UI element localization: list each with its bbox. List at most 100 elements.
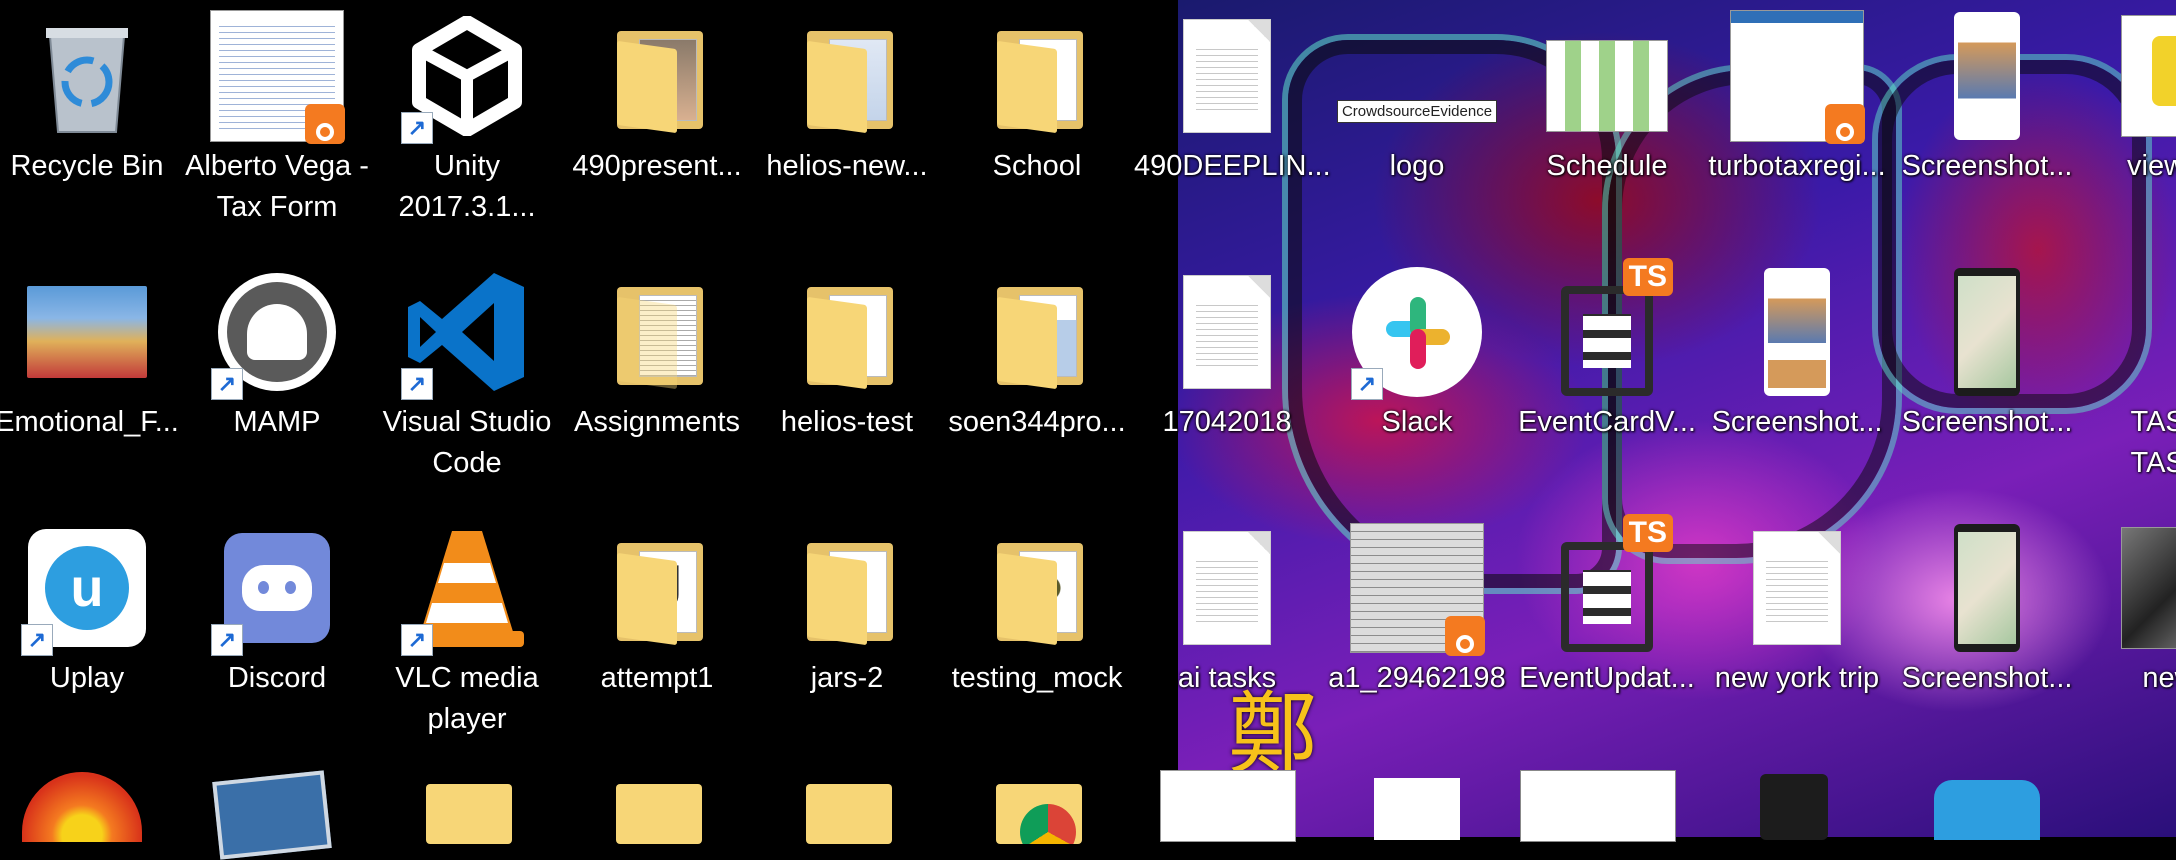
desktop-icon-label: Uplay xyxy=(49,662,125,694)
desktop-icon-eventcardv[interactable]: TS EventCardV... xyxy=(1514,258,1700,516)
desktop-icon-490present[interactable]: 490present... xyxy=(564,4,750,260)
desktop-icon-jars-2[interactable]: jars-2 xyxy=(754,516,940,772)
desktop-icon-screenshot-1[interactable]: Screenshot... xyxy=(1894,4,2080,260)
desktop-icon-label: Discord xyxy=(227,662,327,694)
folder-icon xyxy=(967,6,1107,146)
desktop-icon-label: VLC media player xyxy=(395,662,539,735)
image-thumbnail-icon xyxy=(1537,6,1677,146)
image-thumbnail-icon: CrowdsourceEvidence xyxy=(1336,6,1498,146)
desktop-icon-label: Alberto Vega - Tax Form xyxy=(185,150,369,223)
folder-icon[interactable] xyxy=(426,784,512,844)
desktop-icon-label: soen344pro... xyxy=(948,406,1126,438)
desktop-icon-label: Screenshot... xyxy=(1901,150,2073,182)
desktop-icon-label: 490present... xyxy=(572,150,742,182)
desktop-icon-screenshot-3[interactable]: Screenshot... xyxy=(1894,260,2080,516)
desktop-icon-eventupdat[interactable]: TS EventUpdat... xyxy=(1514,514,1700,772)
desktop-icon-490deeplin[interactable]: 490DEEPLIN... xyxy=(1134,4,1331,260)
desktop-icon-school[interactable]: School xyxy=(944,4,1130,260)
desktop-icon-newa[interactable]: newa xyxy=(2084,516,2176,772)
desktop-icon-label: Visual Studio Code xyxy=(382,406,552,479)
text-document-icon xyxy=(1157,262,1297,402)
folder-icon[interactable] xyxy=(616,784,702,844)
desktop-icon-label: Assignments xyxy=(573,406,740,438)
uplay-icon: u ↗ xyxy=(17,518,157,658)
desktop-icon-screenshot-2[interactable]: Screenshot... xyxy=(1704,260,1890,516)
desktop-icon-label: testing_mock xyxy=(951,662,1123,694)
desktop-icon-17042018[interactable]: 17042018 xyxy=(1134,260,1320,516)
desktop-icon-label: helios-test xyxy=(780,406,914,438)
desktop-icon-new-york-trip[interactable]: new york trip xyxy=(1704,516,1890,772)
shortcut-arrow-icon: ↗ xyxy=(401,624,433,656)
desktop-icon-viewric[interactable]: viewRic xyxy=(2084,4,2176,260)
desktop-icon-label: EventCardV... xyxy=(1518,406,1696,438)
desktop-icon-label: TASKS TASKS xyxy=(2130,406,2176,479)
desktop-icon-a1-29462198[interactable]: a1_29462198 xyxy=(1324,516,1510,772)
vlc-cone-icon: ↗ xyxy=(397,518,537,658)
shortcut-arrow-icon: ↗ xyxy=(21,624,53,656)
desktop-icon-label: helios-new... xyxy=(766,150,928,182)
chrome-shortcut-folder-icon[interactable] xyxy=(996,784,1082,844)
desktop-icon-alberto-vega-tax-form[interactable]: Alberto Vega - Tax Form xyxy=(184,4,370,260)
desktop-icon-slack[interactable]: ↗ Slack xyxy=(1324,260,1510,516)
document-thumbnail-icon[interactable] xyxy=(1160,770,1296,842)
desktop-icon-label: turbotaxregi... xyxy=(1708,150,1886,182)
desktop-icon-soen344pro[interactable]: soen344pro... xyxy=(944,260,1130,516)
logo-thumbnail-text: CrowdsourceEvidence xyxy=(1336,99,1498,123)
image-thumbnail-icon xyxy=(2107,518,2176,658)
desktop-icon-unity[interactable]: ↗ Unity 2017.3.1... xyxy=(374,4,560,260)
desktop-icon-schedule[interactable]: Schedule xyxy=(1514,4,1700,260)
desktop-icon-mamp[interactable]: ↗ MAMP xyxy=(184,260,370,516)
folder-icon: J xyxy=(587,518,727,658)
desktop-icon-vlc[interactable]: ↗ VLC media player xyxy=(374,516,560,772)
shortcut-arrow-icon: ↗ xyxy=(211,368,243,400)
desktop-icon-label: School xyxy=(992,150,1082,182)
app-icon[interactable] xyxy=(1934,780,2040,840)
image-thumbnail-icon xyxy=(2107,262,2176,402)
desktop-icon-uplay[interactable]: u ↗ Uplay xyxy=(0,516,180,772)
desktop-icon-tasks[interactable]: TASKS TASKS xyxy=(2084,260,2176,516)
document-thumbnail-icon[interactable] xyxy=(1520,770,1676,842)
desktop-icon-ai-tasks[interactable]: ai tasks xyxy=(1134,516,1320,772)
desktop-icon-helios-test[interactable]: helios-test xyxy=(754,260,940,516)
typescript-file-icon: TS xyxy=(1537,514,1677,658)
virtualbox-icon[interactable] xyxy=(212,770,332,860)
desktop-icon-helios-new[interactable]: helios-new... xyxy=(754,4,940,260)
desktop-icon-label: attempt1 xyxy=(600,662,714,694)
desktop-icon-testing-mock[interactable]: testing_mock xyxy=(944,516,1130,772)
desktop-icon-label: 490DEEPLIN... xyxy=(1134,150,1331,182)
desktop-icon-label: logo xyxy=(1389,150,1445,182)
desktop-icon-label: Recycle Bin xyxy=(10,150,164,182)
folder-icon xyxy=(967,518,1107,658)
folder-icon xyxy=(587,262,727,402)
desktop-icon-discord[interactable]: ↗ Discord xyxy=(184,516,370,772)
text-document-icon[interactable] xyxy=(1374,778,1460,840)
phone-screenshot-icon xyxy=(1917,6,2057,146)
desktop-icon-assignments[interactable]: Assignments xyxy=(564,260,750,516)
desktop-icon-label: newa xyxy=(2142,662,2176,694)
desktop-icon-label: new york trip xyxy=(1714,662,1880,694)
folder-icon[interactable] xyxy=(806,784,892,844)
desktop-icon-screenshot-4[interactable]: Screenshot... xyxy=(1894,516,2080,772)
desktop-icon-turbotaxregi[interactable]: turbotaxregi... xyxy=(1704,4,1890,260)
desktop-icon-label: Schedule xyxy=(1546,150,1668,182)
desktop-icon-visual-studio-code[interactable]: ↗ Visual Studio Code xyxy=(374,260,560,516)
desktop-icon-label: Screenshot... xyxy=(1901,662,2073,694)
desktop-icon-label: Unity 2017.3.1... xyxy=(398,150,536,223)
pdf-badge xyxy=(305,104,345,144)
desktop-icon-label: MAMP xyxy=(233,406,321,438)
desktop-icon-attempt1[interactable]: J attempt1 xyxy=(564,516,750,772)
shortcut-arrow-icon: ↗ xyxy=(401,368,433,400)
vscode-icon: ↗ xyxy=(397,262,537,402)
folder-icon xyxy=(777,518,917,658)
phone-screenshot-icon[interactable] xyxy=(1760,774,1828,840)
discord-icon: ↗ xyxy=(207,518,347,658)
desktop-icon-label: jars-2 xyxy=(810,662,884,694)
slack-icon: ↗ xyxy=(1347,262,1487,402)
desktop-icon-label: Slack xyxy=(1381,406,1453,438)
text-document-icon xyxy=(1727,518,1867,658)
desktop-icon-logo[interactable]: CrowdsourceEvidence logo xyxy=(1324,4,1510,260)
desktop-icon-emotional-f[interactable]: Emotional_F... xyxy=(0,260,180,516)
folder-icon xyxy=(587,6,727,146)
desktop-icon-recycle-bin[interactable]: Recycle Bin xyxy=(0,4,180,260)
recycle-bin-icon xyxy=(17,6,157,146)
